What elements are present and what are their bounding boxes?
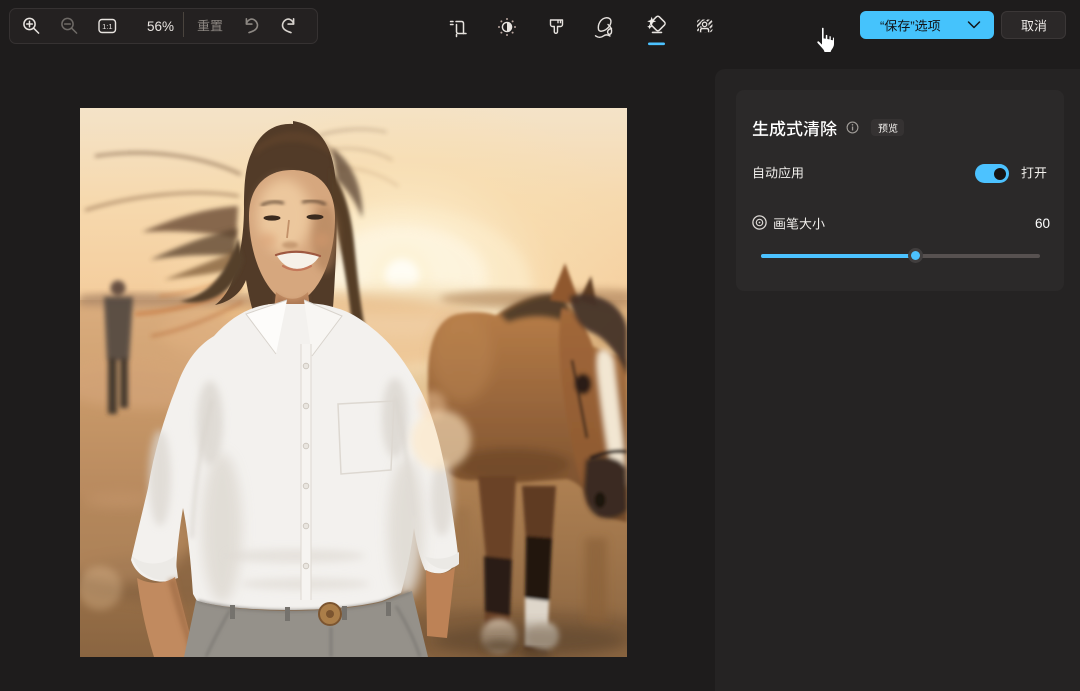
svg-text:1:1: 1:1 [102,22,112,31]
